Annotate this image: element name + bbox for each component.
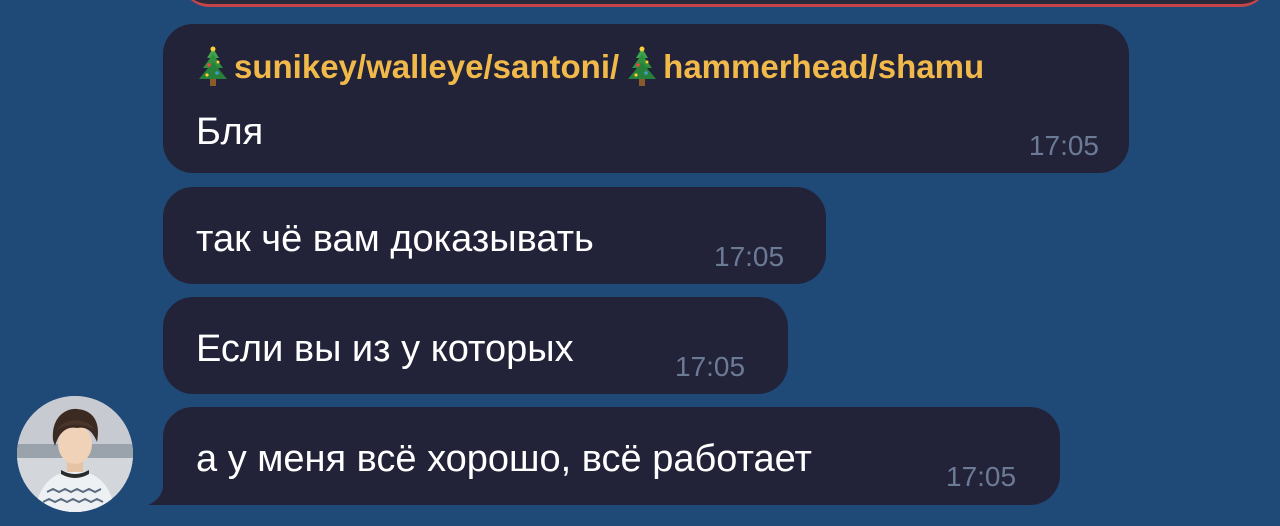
message-text: Если вы из у которых	[196, 328, 574, 370]
message-text: так чё вам доказывать	[196, 218, 594, 260]
message-time: 17:05	[714, 241, 785, 272]
sender-name[interactable]: sunikey/walleye/santoni/ hammerhead/sham…	[196, 46, 984, 88]
christmas-tree-icon	[199, 46, 227, 86]
message-bubble[interactable]: sunikey/walleye/santoni/ hammerhead/sham…	[163, 24, 1129, 173]
message-bubble[interactable]: так чё вам доказывать 17:05	[163, 187, 826, 284]
message-time: 17:05	[675, 351, 746, 382]
message-bubble[interactable]: Если вы из у которых 17:05	[163, 297, 788, 394]
previous-message-bubble-edge	[180, 0, 1270, 7]
message-time: 17:05	[946, 461, 1017, 492]
sender-name-part-2: hammerhead/shamu	[663, 48, 985, 85]
christmas-tree-icon	[628, 46, 657, 86]
user-avatar[interactable]	[17, 396, 133, 512]
avatar-photo	[17, 396, 133, 512]
sender-name-part-1: sunikey/walleye/santoni/	[234, 48, 620, 85]
bubble-tail	[148, 472, 178, 505]
message-text: а у меня всё хорошо, всё работает	[196, 438, 812, 480]
message-time: 17:05	[1028, 130, 1099, 161]
message-text: Бля	[196, 111, 264, 153]
message-bubble[interactable]: а у меня всё хорошо, всё работает 17:05	[163, 407, 1060, 505]
